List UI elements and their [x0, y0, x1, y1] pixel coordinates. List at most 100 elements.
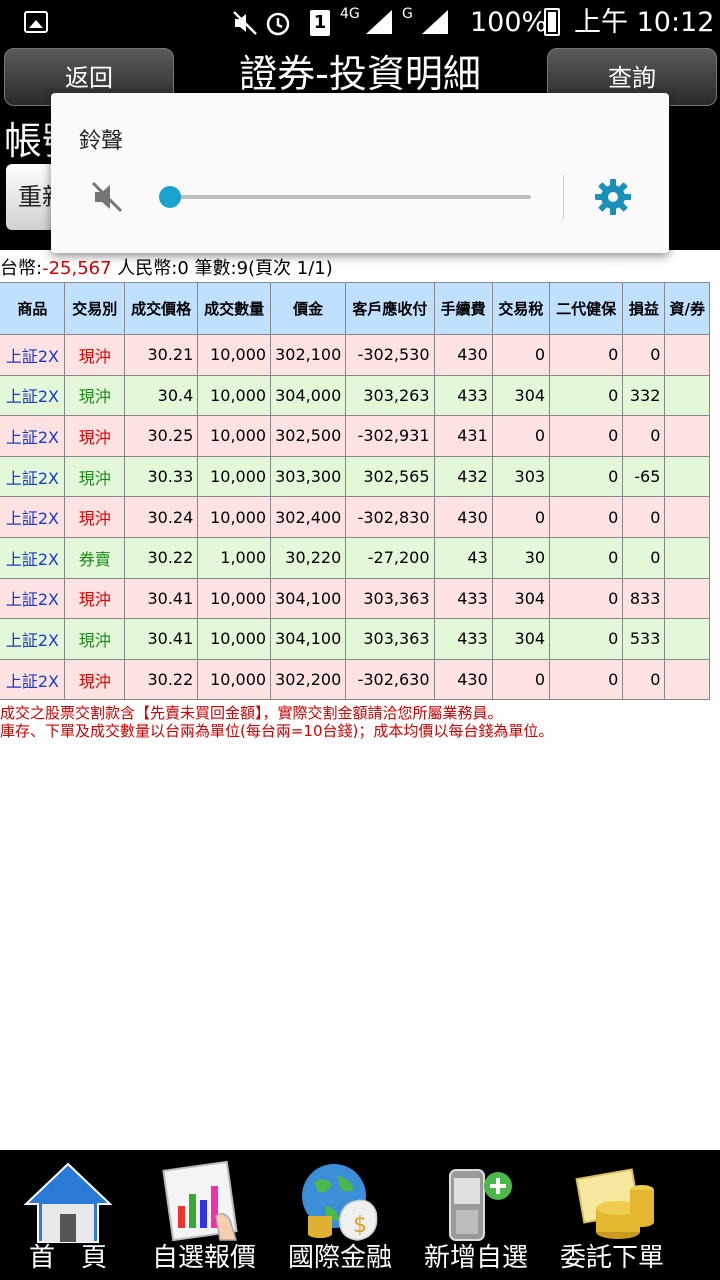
- mute-notification-icon: [233, 11, 257, 35]
- cell-pl: 533: [622, 618, 666, 660]
- cell-nhi: 0: [549, 455, 624, 498]
- nav-international-finance[interactable]: $ 國際金融: [272, 1150, 408, 1280]
- cell-fee: 43: [433, 536, 493, 579]
- table-row[interactable]: 上証2X 現沖 30.22 10,000 302,200 -302,630 430 0 0 0: [0, 658, 710, 701]
- nav-place-order-label: 委託下單: [559, 1243, 664, 1273]
- header-cell: 成交價格: [124, 282, 199, 335]
- cell-product: 上証2X: [0, 496, 66, 538]
- svg-text:$: $: [353, 1213, 367, 1238]
- header-cell: 損益: [622, 282, 666, 335]
- nav-add-watchlist-label: 新增自選: [423, 1243, 528, 1273]
- cell-qty: 10,000: [197, 455, 272, 498]
- ringtone-volume-slider[interactable]: [159, 185, 531, 209]
- cell-product: 上証2X: [0, 334, 66, 376]
- add-phone-icon: [449, 1169, 512, 1241]
- settlement-note: 成交之股票交割款含【先賣未買回金額】，實際交割金額請洽您所屬業務員。: [0, 704, 503, 722]
- cell-tax: 0: [491, 415, 551, 457]
- header-cell: 資/券: [664, 282, 710, 335]
- cell-fee: 433: [433, 618, 493, 660]
- cell-product: 上証2X: [0, 618, 66, 660]
- cell-receivable: 303,363: [345, 618, 435, 660]
- table-row[interactable]: 上証2X 現沖 30.33 10,000 303,300 302,565 432 303 0 -6…: [0, 455, 710, 498]
- cell-tax: 304: [491, 577, 551, 620]
- cell-fee: 432: [433, 455, 493, 498]
- table-row[interactable]: 上証2X 現沖 30.41 10,000 304,100 303,363 433 304 0 53…: [0, 618, 710, 660]
- status-bar: 1 4G G 100% 上午 10:12: [0, 0, 720, 46]
- table-row[interactable]: 上証2X 現沖 30.25 10,000 302,500 -302,931 431 0 0 0: [0, 415, 710, 457]
- home-icon: [23, 1162, 113, 1243]
- ringtone-muted-icon[interactable]: [89, 179, 125, 215]
- cell-amount: 303,300: [270, 455, 347, 498]
- bottom-nav: 首 頁 自選報價 $ 國際金融 新增自選 委託下單: [0, 1150, 720, 1280]
- summary-twd-label: 台幣:: [0, 258, 43, 279]
- table-row[interactable]: 上証2X 現沖 30.21 10,000 302,100 -302,530 430 0 0 0: [0, 334, 710, 376]
- gallery-icon: [24, 11, 48, 33]
- cell-amount: 302,400: [270, 496, 347, 538]
- cell-receivable: 302,565: [345, 455, 435, 498]
- table-row[interactable]: 上証2X 現沖 30.41 10,000 304,100 303,363 433 304 0 83…: [0, 577, 710, 620]
- cell-product: 上証2X: [0, 455, 66, 498]
- header-cell: 價金: [270, 282, 347, 335]
- cell-nhi: 0: [549, 415, 624, 457]
- slider-thumb[interactable]: [159, 186, 181, 208]
- header-cell: 交易稅: [491, 282, 551, 335]
- nav-home[interactable]: 首 頁: [0, 1150, 136, 1280]
- cell-qty: 10,000: [197, 374, 272, 417]
- cell-pl: 0: [622, 496, 666, 538]
- cell-margin: [664, 618, 710, 660]
- cell-pl: 332: [622, 374, 666, 417]
- cell-fee: 431: [433, 415, 493, 457]
- cell-qty: 10,000: [197, 577, 272, 620]
- cell-price: 30.24: [124, 496, 199, 538]
- cell-receivable: -27,200: [345, 536, 435, 579]
- globe-money-icon: $: [302, 1164, 378, 1241]
- cell-type: 券賣: [64, 536, 126, 579]
- cell-qty: 10,000: [197, 658, 272, 701]
- cell-qty: 10,000: [197, 618, 272, 660]
- cell-margin: [664, 334, 710, 376]
- network-type-secondary: G: [402, 6, 413, 22]
- cell-nhi: 0: [549, 577, 624, 620]
- cell-price: 30.33: [124, 455, 199, 498]
- clock: 上午 10:12: [574, 7, 715, 38]
- sim-slot-badge: 1: [310, 10, 330, 36]
- cell-pl: 0: [622, 415, 666, 457]
- transaction-table-container[interactable]: 商品 交易別 成交價格 成交數量 價金 客戶應收付 手續費 交易稅 二代健保 損益 資/券 上証2X…: [0, 282, 720, 702]
- cell-type: 現沖: [64, 415, 126, 457]
- cell-margin: [664, 536, 710, 579]
- nav-add-watchlist[interactable]: 新增自選: [408, 1150, 544, 1280]
- cell-fee: 430: [433, 658, 493, 701]
- alarm-icon: [266, 12, 290, 36]
- cell-price: 30.41: [124, 618, 199, 660]
- ringtone-label: 鈴聲: [79, 129, 124, 154]
- coins-order-icon: [575, 1168, 654, 1239]
- signal-strength-secondary-icon: [422, 10, 448, 34]
- cell-receivable: 303,263: [345, 374, 435, 417]
- cell-amount: 302,200: [270, 658, 347, 701]
- cell-type: 現沖: [64, 618, 126, 660]
- cell-nhi: 0: [549, 618, 624, 660]
- cell-tax: 304: [491, 618, 551, 660]
- cell-margin: [664, 658, 710, 701]
- cell-type: 現沖: [64, 334, 126, 376]
- cell-nhi: 0: [549, 536, 624, 579]
- network-type: 4G: [340, 6, 360, 22]
- gear-icon[interactable]: [593, 177, 633, 217]
- cell-type: 現沖: [64, 658, 126, 701]
- summary-line: 台幣:-25,567 人民幣:0 筆數:9(頁次 1/1): [0, 256, 333, 282]
- table-row[interactable]: 上証2X 券賣 30.22 1,000 30,220 -27,200 43 30 0 0: [0, 536, 710, 579]
- cell-type: 現沖: [64, 455, 126, 498]
- cell-margin: [664, 496, 710, 538]
- nav-place-order[interactable]: 委託下單: [544, 1150, 680, 1280]
- table-row[interactable]: 上証2X 現沖 30.24 10,000 302,400 -302,830 430 0 0 0: [0, 496, 710, 538]
- cell-tax: 0: [491, 334, 551, 376]
- table-row[interactable]: 上証2X 現沖 30.4 10,000 304,000 303,263 433 304 0 332: [0, 374, 710, 417]
- volume-popup: 鈴聲: [51, 93, 669, 253]
- cell-tax: 304: [491, 374, 551, 417]
- nav-watchlist-quotes[interactable]: 自選報價: [136, 1150, 272, 1280]
- cell-price: 30.22: [124, 658, 199, 701]
- cell-nhi: 0: [549, 496, 624, 538]
- cell-amount: 302,500: [270, 415, 347, 457]
- cell-receivable: -302,830: [345, 496, 435, 538]
- cell-product: 上証2X: [0, 374, 66, 417]
